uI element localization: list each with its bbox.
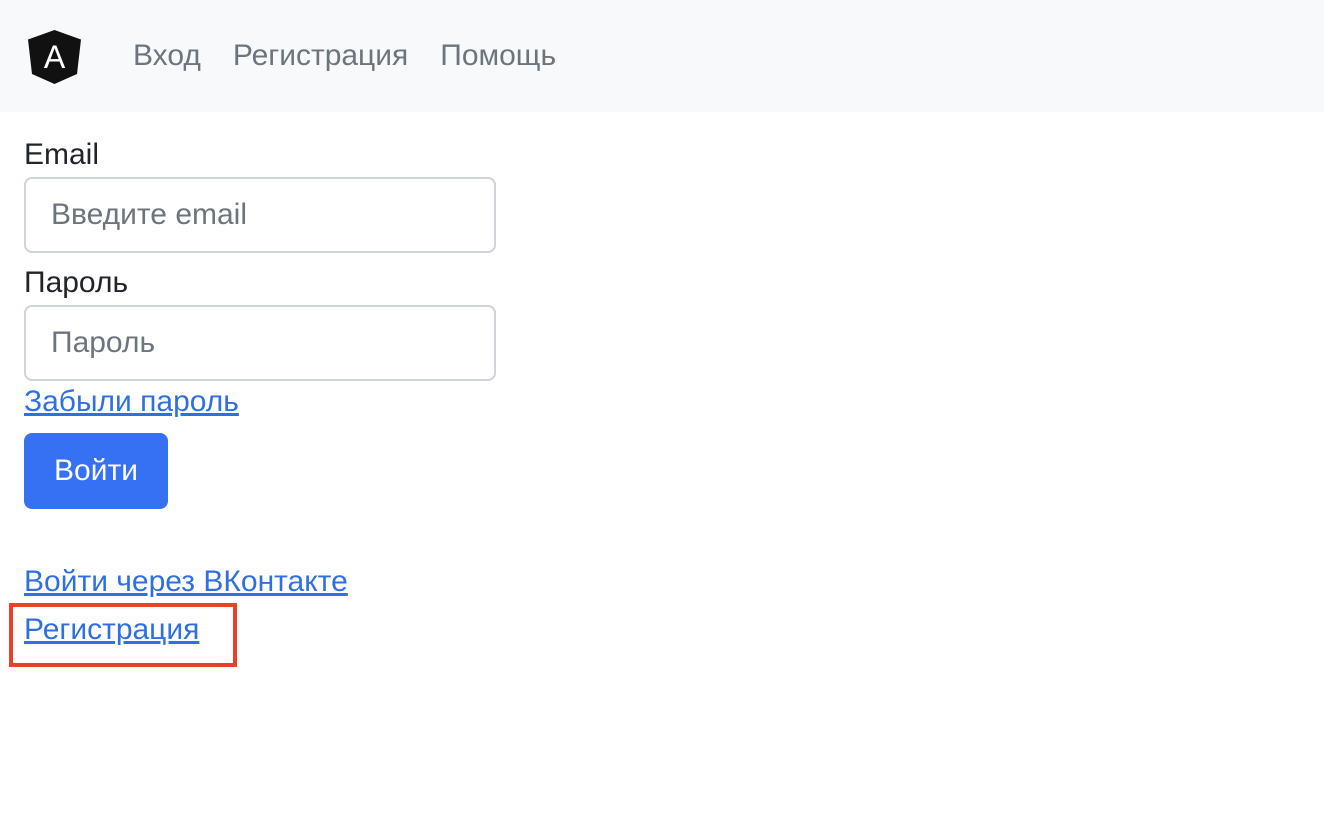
register-link[interactable]: Регистрация bbox=[24, 610, 199, 650]
nav-link-register[interactable]: Регистрация bbox=[233, 36, 408, 76]
email-field[interactable] bbox=[24, 177, 496, 253]
vk-login-link[interactable]: Войти через ВКонтакте bbox=[24, 562, 348, 602]
login-button[interactable]: Войти bbox=[24, 433, 168, 509]
password-label: Пароль bbox=[24, 266, 129, 299]
nav-link-help[interactable]: Помощь bbox=[440, 36, 556, 76]
nav-links: Вход Регистрация Помощь bbox=[133, 36, 556, 76]
login-form: Email Пароль bbox=[24, 136, 496, 381]
svg-text:A: A bbox=[44, 39, 66, 75]
navbar: A Вход Регистрация Помощь bbox=[0, 0, 1324, 112]
angular-logo-icon[interactable]: A bbox=[28, 30, 81, 84]
password-field[interactable] bbox=[24, 305, 496, 381]
nav-link-login[interactable]: Вход bbox=[133, 36, 201, 76]
forgot-password-link[interactable]: Забыли пароль bbox=[24, 382, 239, 422]
email-label: Email bbox=[24, 138, 100, 171]
